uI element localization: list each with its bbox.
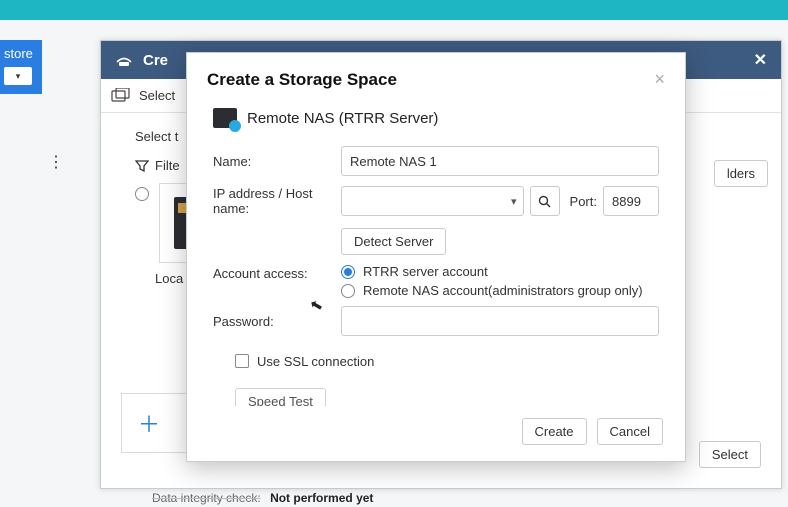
- remote-nas-radio-label: Remote NAS account(administrators group …: [363, 283, 643, 298]
- name-label: Name:: [213, 154, 341, 169]
- remote-nas-icon: [213, 108, 237, 128]
- rtrr-radio[interactable]: [341, 265, 355, 279]
- base-title: Cre: [143, 52, 168, 69]
- kebab-menu-icon[interactable]: ⋮: [48, 152, 64, 172]
- sidebar-label: store: [4, 46, 33, 61]
- password-input[interactable]: [341, 306, 659, 336]
- create-storage-modal: Create a Storage Space × Remote NAS (RTR…: [186, 52, 686, 462]
- storage-icon: [115, 53, 133, 67]
- ip-label: IP address / Host name:: [213, 186, 341, 216]
- ssl-checkbox[interactable]: [235, 354, 249, 368]
- device-radio[interactable]: [135, 187, 149, 201]
- filter-label: Filte: [155, 158, 180, 173]
- cancel-button[interactable]: Cancel: [597, 418, 663, 445]
- integrity-value: Not performed yet: [270, 491, 373, 505]
- chevron-down-icon: ▾: [511, 195, 517, 208]
- folders-icon: [111, 88, 131, 104]
- close-icon[interactable]: ✕: [754, 50, 767, 70]
- search-button[interactable]: [530, 186, 560, 216]
- ssl-label: Use SSL connection: [257, 354, 374, 369]
- account-access-label: Account access:: [213, 264, 341, 281]
- rtrr-radio-label: RTRR server account: [363, 264, 488, 279]
- search-icon: [538, 195, 551, 208]
- plus-icon: ＋: [138, 407, 160, 439]
- create-button[interactable]: Create: [522, 418, 587, 445]
- remote-nas-radio[interactable]: [341, 284, 355, 298]
- close-icon[interactable]: ×: [654, 69, 665, 90]
- select-button[interactable]: Select: [699, 441, 761, 468]
- detect-server-button[interactable]: Detect Server: [341, 228, 446, 255]
- filter-icon[interactable]: [135, 159, 149, 173]
- sidebar-dropdown[interactable]: ▾: [4, 67, 32, 85]
- sidebar-store[interactable]: store ▾: [0, 40, 42, 94]
- lders-button[interactable]: lders: [714, 160, 768, 187]
- toolbar-select-label: Select: [139, 88, 175, 103]
- speed-test-button[interactable]: Speed Test: [235, 388, 326, 407]
- password-label: Password:: [213, 314, 341, 329]
- port-input[interactable]: [603, 186, 659, 216]
- name-input[interactable]: [341, 146, 659, 176]
- data-integrity-row: Data integrity check: Not performed yet: [152, 491, 373, 505]
- app-topbar: [0, 0, 788, 20]
- modal-title: Create a Storage Space: [207, 70, 397, 90]
- port-label: Port:: [570, 194, 597, 209]
- integrity-label: Data integrity check:: [152, 491, 261, 505]
- modal-subtitle: Remote NAS (RTRR Server): [247, 110, 438, 127]
- ip-host-combo[interactable]: ▾: [341, 186, 524, 216]
